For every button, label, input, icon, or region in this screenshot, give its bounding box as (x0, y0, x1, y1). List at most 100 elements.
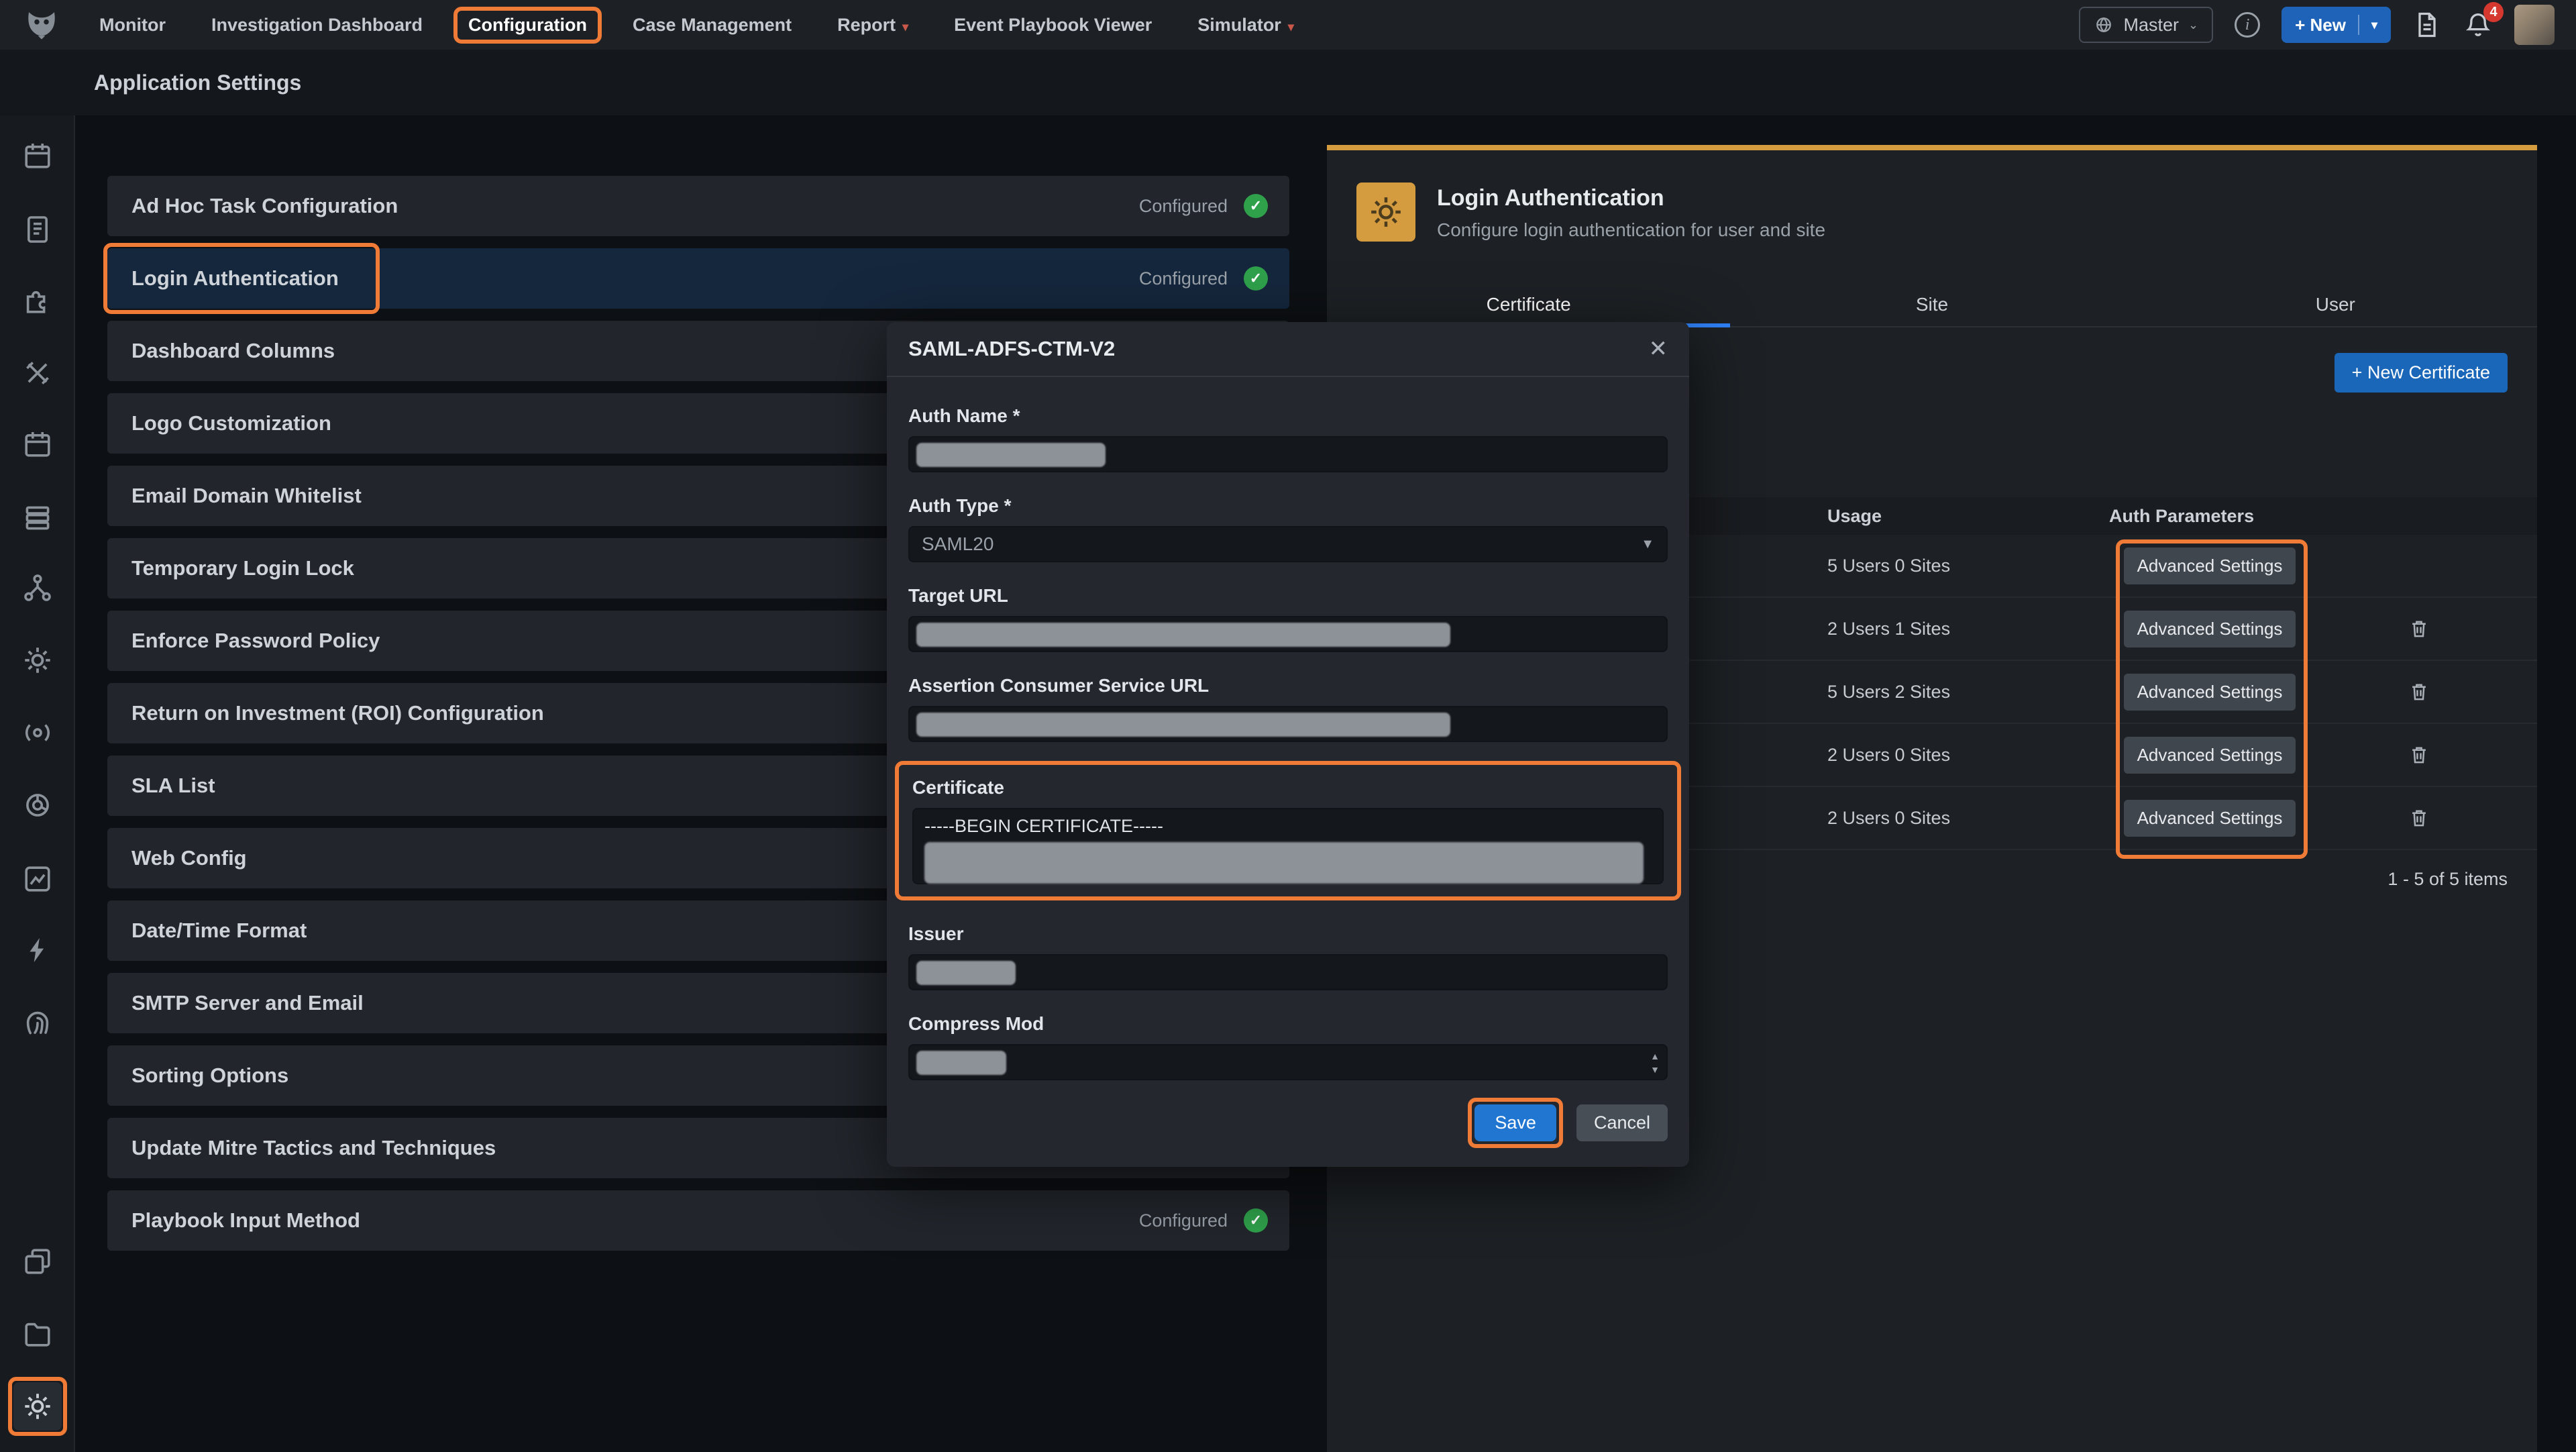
app-logo-owl-icon[interactable] (21, 7, 62, 43)
data-stack-icon[interactable] (21, 502, 54, 534)
tab-site[interactable]: Site (1730, 286, 2133, 326)
certificate-label: Certificate (912, 777, 1664, 798)
panel-tabs: Certificate Site User (1327, 286, 2537, 327)
modal-body: Auth Name * Auth Type * SAML20 ▼ Target … (887, 377, 1689, 1080)
integrations-puzzle-icon[interactable] (21, 284, 54, 317)
auth-name-field[interactable] (908, 436, 1668, 472)
panel-subtitle: Configure login authentication for user … (1437, 219, 1825, 241)
nav-item-investigation-dashboard[interactable]: Investigation Dashboard (211, 15, 423, 36)
tools-icon[interactable] (21, 357, 54, 389)
settings-row-label: Enforce Password Policy (131, 629, 380, 653)
advanced-settings-button[interactable]: Advanced Settings (2124, 674, 2296, 711)
auth-name-label: Auth Name * (908, 405, 1668, 427)
configured-check-icon: ✓ (1244, 266, 1268, 291)
settings-row-label: Temporary Login Lock (131, 556, 354, 580)
number-stepper[interactable]: ▲▼ (1650, 1049, 1660, 1076)
scan-chart-icon[interactable] (21, 863, 54, 895)
new-certificate-button[interactable]: + New Certificate (2334, 353, 2508, 393)
settings-row-login-authentication[interactable]: Login Authentication Configured ✓ (107, 248, 1289, 309)
usage-cell: 2 Users 1 Sites (1827, 619, 2109, 639)
close-icon[interactable]: ✕ (1649, 338, 1668, 360)
advanced-settings-button[interactable]: Advanced Settings (2124, 800, 2296, 837)
column-auth-parameters: Auth Parameters (2109, 506, 2310, 527)
settings-row-ad-hoc-task-configuration[interactable]: Ad Hoc Task Configuration Configured ✓ (107, 176, 1289, 236)
status-text: Configured (1139, 1210, 1228, 1231)
settings-gear-icon[interactable] (21, 644, 54, 676)
modal-title: SAML-ADFS-CTM-V2 (908, 337, 1115, 361)
acs-url-label: Assertion Consumer Service URL (908, 675, 1668, 696)
certificate-textarea[interactable]: -----BEGIN CERTIFICATE----- (912, 808, 1664, 884)
target-url-field[interactable] (908, 616, 1668, 652)
settings-row-label: Update Mitre Tactics and Techniques (131, 1136, 496, 1160)
report-document-icon[interactable] (2412, 10, 2442, 40)
usage-cell: 5 Users 0 Sites (1827, 556, 2109, 576)
cases-copy-icon[interactable] (21, 1245, 54, 1278)
nav-item-report[interactable]: Report▾ (837, 15, 908, 36)
redacted-value (916, 443, 1106, 467)
pagination-summary: 1 - 5 of 5 items (2387, 869, 2508, 890)
tab-user[interactable]: User (2134, 286, 2537, 326)
advanced-settings-button[interactable]: Advanced Settings (2124, 548, 2296, 584)
nav-item-case-management[interactable]: Case Management (633, 15, 792, 36)
redacted-value (916, 623, 1450, 647)
report-icon[interactable] (21, 213, 54, 246)
settings-row-label: Date/Time Format (131, 919, 307, 943)
usage-donut-icon[interactable] (21, 789, 54, 821)
schedule-icon[interactable] (21, 140, 54, 172)
stepper-down-icon[interactable]: ▼ (1650, 1063, 1660, 1076)
nav-item-simulator[interactable]: Simulator▾ (1197, 15, 1294, 36)
delete-trash-icon[interactable] (2407, 680, 2431, 704)
nav-item-configuration[interactable]: Configuration (453, 7, 602, 44)
column-usage: Usage (1827, 506, 2109, 527)
actions-bolt-icon[interactable] (21, 934, 54, 966)
calendar-icon[interactable] (21, 428, 54, 460)
environment-selector[interactable]: Master ⌄ (2079, 7, 2213, 43)
target-url-label: Target URL (908, 585, 1668, 607)
top-navigation-bar: Monitor Investigation Dashboard Configur… (0, 0, 2576, 50)
environment-label: Master (2123, 15, 2179, 36)
cancel-button[interactable]: Cancel (1576, 1104, 1668, 1141)
app-settings-gear-icon[interactable] (13, 1382, 62, 1431)
nav-item-monitor[interactable]: Monitor (99, 15, 166, 36)
settings-row-label: Dashboard Columns (131, 339, 335, 363)
settings-row-label: Email Domain Whitelist (131, 484, 362, 508)
settings-row-label: Sorting Options (131, 1064, 288, 1088)
stepper-up-icon[interactable]: ▲ (1650, 1049, 1660, 1063)
broadcast-icon[interactable] (21, 717, 54, 749)
settings-row-label: Login Authentication (131, 266, 339, 291)
notification-count-badge: 4 (2483, 2, 2504, 22)
panel-header: Login Authentication Configure login aut… (1356, 183, 2508, 242)
main-menu: Monitor Investigation Dashboard Configur… (99, 15, 1294, 36)
redacted-certificate-content (924, 842, 1644, 884)
chevron-down-icon: ▾ (902, 20, 908, 34)
delete-trash-icon[interactable] (2407, 617, 2431, 641)
settings-row-playbook-input-method[interactable]: Playbook Input Method Configured ✓ (107, 1190, 1289, 1251)
settings-row-label: Return on Investment (ROI) Configuration (131, 701, 544, 725)
fingerprint-icon[interactable] (21, 1006, 54, 1039)
info-icon[interactable]: i (2235, 12, 2260, 38)
acs-url-field[interactable] (908, 706, 1668, 742)
nav-item-event-playbook-viewer[interactable]: Event Playbook Viewer (954, 15, 1152, 36)
tab-certificate[interactable]: Certificate (1327, 286, 1730, 326)
issuer-field[interactable] (908, 954, 1668, 990)
user-avatar[interactable] (2514, 5, 2555, 45)
auth-type-select[interactable]: SAML20 ▼ (908, 526, 1668, 562)
modal-header: SAML-ADFS-CTM-V2 ✕ (887, 322, 1689, 377)
redacted-value (916, 1051, 1006, 1075)
connectors-network-icon[interactable] (21, 572, 54, 604)
globe-icon (2094, 15, 2114, 35)
settings-row-label: Ad Hoc Task Configuration (131, 194, 398, 218)
save-button[interactable]: Save (1474, 1104, 1556, 1141)
redacted-value (916, 713, 1450, 737)
notifications-bell[interactable]: 4 (2463, 10, 2493, 40)
delete-trash-icon[interactable] (2407, 743, 2431, 767)
compress-mod-field[interactable]: ▲▼ (908, 1044, 1668, 1080)
delete-trash-icon[interactable] (2407, 806, 2431, 830)
settings-row-label: Web Config (131, 846, 247, 870)
icon-sidebar (0, 115, 75, 1452)
advanced-settings-button[interactable]: Advanced Settings (2124, 737, 2296, 774)
files-folder-icon[interactable] (21, 1318, 54, 1350)
settings-row-label: SMTP Server and Email (131, 991, 364, 1015)
new-button[interactable]: + New ▾ (2282, 7, 2391, 43)
advanced-settings-button[interactable]: Advanced Settings (2124, 611, 2296, 647)
